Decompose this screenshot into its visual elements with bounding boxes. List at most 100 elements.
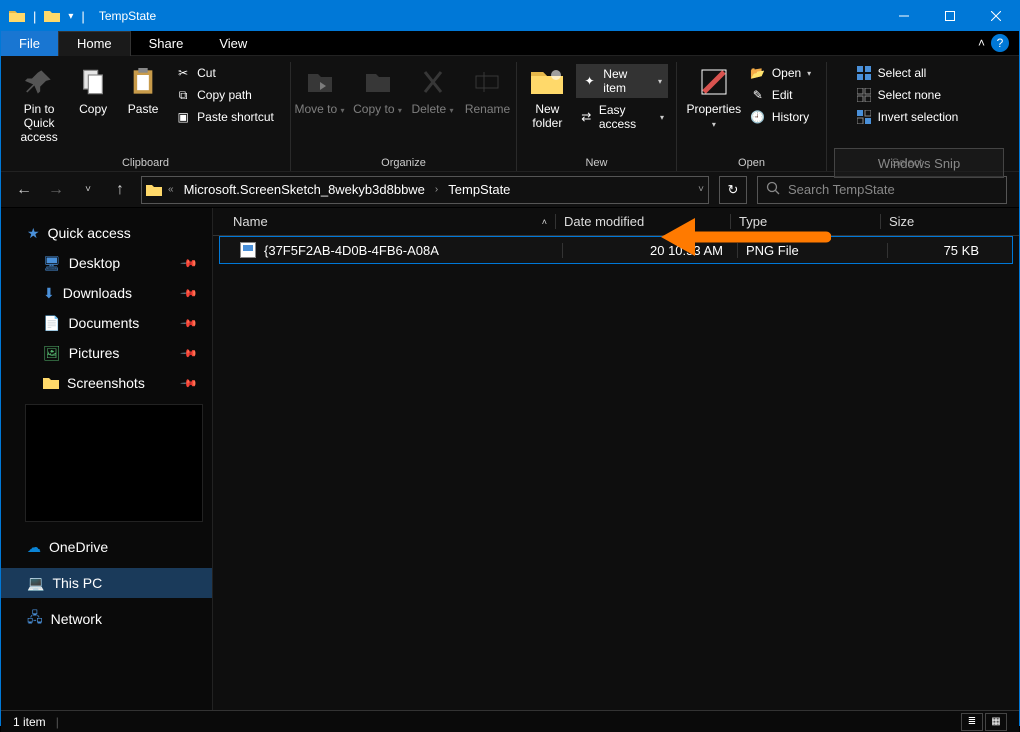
- home-tab[interactable]: Home: [58, 31, 131, 56]
- group-label-new: New: [525, 157, 668, 171]
- pin-icon: 📌: [180, 284, 199, 303]
- file-size: 75 KB: [887, 243, 987, 258]
- refresh-button[interactable]: ↻: [719, 176, 747, 204]
- this-pc-icon: 💻: [27, 575, 44, 592]
- copy-to-button[interactable]: Copy to ▾: [352, 62, 404, 118]
- file-name: {37F5F2AB-4D0B-4FB6-A08A: [264, 243, 439, 258]
- close-button[interactable]: [973, 1, 1019, 31]
- history-icon: 🕘: [750, 109, 766, 125]
- annotation-arrow: [661, 212, 831, 265]
- nav-back-button[interactable]: ←: [13, 181, 35, 199]
- properties-icon: [698, 66, 730, 98]
- sidebar-item-label: OneDrive: [49, 539, 108, 555]
- delete-button[interactable]: Delete ▾: [410, 62, 456, 118]
- copy-path-button[interactable]: ⧉Copy path: [171, 86, 278, 104]
- sidebar-item-label: Desktop: [69, 255, 120, 271]
- rename-button[interactable]: Rename: [462, 62, 514, 116]
- cut-button[interactable]: ✂Cut: [171, 64, 278, 82]
- select-all-icon: [856, 65, 872, 81]
- maximize-button[interactable]: [927, 1, 973, 31]
- pictures-icon: 🖼: [43, 345, 61, 362]
- help-icon[interactable]: ?: [991, 34, 1009, 52]
- png-file-icon: [240, 242, 256, 258]
- sidebar-item-label: Screenshots: [67, 375, 145, 391]
- new-folder-button[interactable]: New folder: [525, 62, 570, 130]
- navigation-sidebar[interactable]: ★ Quick access 🖥 Desktop 📌 ⬇ Downloads 📌…: [1, 208, 213, 710]
- nav-history-dropdown[interactable]: ˅: [77, 184, 99, 195]
- paste-shortcut-button[interactable]: ▣Paste shortcut: [171, 108, 278, 126]
- move-to-icon: [304, 66, 336, 98]
- folder-icon: [9, 9, 25, 23]
- copy-button[interactable]: Copy: [71, 62, 115, 116]
- sidebar-item-desktop[interactable]: 🖥 Desktop 📌: [1, 248, 212, 278]
- sidebar-item-quick-access[interactable]: ★ Quick access: [1, 218, 212, 248]
- address-bar[interactable]: « Microsoft.ScreenSketch_8wekyb3d8bbwe ›…: [141, 176, 709, 204]
- sidebar-item-downloads[interactable]: ⬇ Downloads 📌: [1, 278, 212, 308]
- sidebar-item-label: Documents: [68, 315, 139, 331]
- search-input[interactable]: Search TempState: [757, 176, 1007, 204]
- window-title: TempState: [85, 9, 156, 23]
- desktop-icon: 🖥: [43, 255, 61, 272]
- pin-icon: [23, 66, 55, 98]
- breadcrumb-seg[interactable]: Microsoft.ScreenSketch_8wekyb3d8bbwe: [180, 182, 429, 197]
- sidebar-item-documents[interactable]: 📄 Documents 📌: [1, 308, 212, 338]
- column-header-name[interactable]: Name ˄: [225, 214, 555, 229]
- folder-icon: [146, 183, 162, 197]
- downloads-icon: ⬇: [43, 285, 55, 302]
- select-none-button[interactable]: Select none: [852, 86, 963, 104]
- scissors-icon: ✂: [175, 65, 191, 81]
- sidebar-item-screenshots[interactable]: Screenshots 📌: [1, 368, 212, 398]
- sidebar-item-this-pc[interactable]: 💻 This PC: [1, 568, 212, 598]
- sidebar-thumbnail[interactable]: [25, 404, 203, 522]
- view-tab[interactable]: View: [201, 31, 265, 56]
- file-row[interactable]: {37F5F2AB-4D0B-4FB6-A08A 20 10:53 AM PNG…: [219, 236, 1013, 264]
- documents-icon: 📄: [43, 315, 60, 332]
- qat-caret-icon[interactable]: ▾: [68, 11, 73, 22]
- share-tab[interactable]: Share: [131, 31, 202, 56]
- nav-up-button[interactable]: ↑: [109, 181, 131, 199]
- pin-icon: 📌: [180, 344, 199, 363]
- invert-selection-button[interactable]: Invert selection: [852, 108, 963, 126]
- file-tab[interactable]: File: [1, 31, 58, 56]
- paste-button[interactable]: Paste: [121, 62, 165, 116]
- address-dropdown-icon[interactable]: ˅: [698, 184, 704, 195]
- folder-icon: [43, 376, 59, 390]
- minimize-button[interactable]: [881, 1, 927, 31]
- sidebar-item-onedrive[interactable]: ☁ OneDrive: [1, 532, 212, 562]
- select-all-button[interactable]: Select all: [852, 64, 963, 82]
- pin-icon: 📌: [180, 254, 199, 273]
- group-label-organize: Organize: [299, 157, 508, 171]
- sidebar-item-label: Quick access: [48, 225, 131, 241]
- move-to-button[interactable]: Move to ▾: [294, 62, 346, 118]
- copy-to-icon: [362, 66, 394, 98]
- pin-icon: 📌: [180, 374, 199, 393]
- group-label-open: Open: [685, 157, 818, 171]
- sidebar-item-label: Downloads: [63, 285, 132, 301]
- nav-forward-button[interactable]: →: [45, 181, 67, 199]
- edit-icon: ✎: [750, 87, 766, 103]
- column-header-size[interactable]: Size: [880, 214, 980, 229]
- new-item-button[interactable]: ✦New item ▾: [576, 64, 668, 98]
- pin-icon: 📌: [180, 314, 199, 333]
- edit-button[interactable]: ✎Edit: [746, 86, 815, 104]
- open-button[interactable]: 📂Open ▾: [746, 64, 815, 82]
- history-button[interactable]: 🕘History: [746, 108, 815, 126]
- pin-to-quick-access-button[interactable]: Pin to Quick access: [13, 62, 65, 144]
- paste-icon: [127, 66, 159, 98]
- properties-button[interactable]: Properties ▾: [688, 62, 740, 132]
- breadcrumb-seg[interactable]: TempState: [444, 182, 514, 197]
- sidebar-item-label: Network: [51, 611, 102, 627]
- view-thumbnails-button[interactable]: ▦: [985, 713, 1007, 731]
- group-label-clipboard: Clipboard: [9, 157, 282, 171]
- divider: |: [56, 715, 59, 729]
- easy-access-icon: ⇄: [580, 109, 593, 125]
- chevron-right-icon[interactable]: ›: [435, 184, 438, 195]
- sidebar-item-network[interactable]: 🖧 Network: [1, 604, 212, 634]
- view-details-button[interactable]: ≣: [961, 713, 983, 731]
- breadcrumb-sep[interactable]: «: [168, 184, 174, 195]
- sidebar-item-pictures[interactable]: 🖼 Pictures 📌: [1, 338, 212, 368]
- onedrive-icon: ☁: [27, 539, 41, 556]
- collapse-ribbon-icon[interactable]: ˄: [978, 36, 985, 50]
- easy-access-button[interactable]: ⇄Easy access ▾: [576, 102, 668, 132]
- new-item-icon: ✦: [582, 73, 598, 89]
